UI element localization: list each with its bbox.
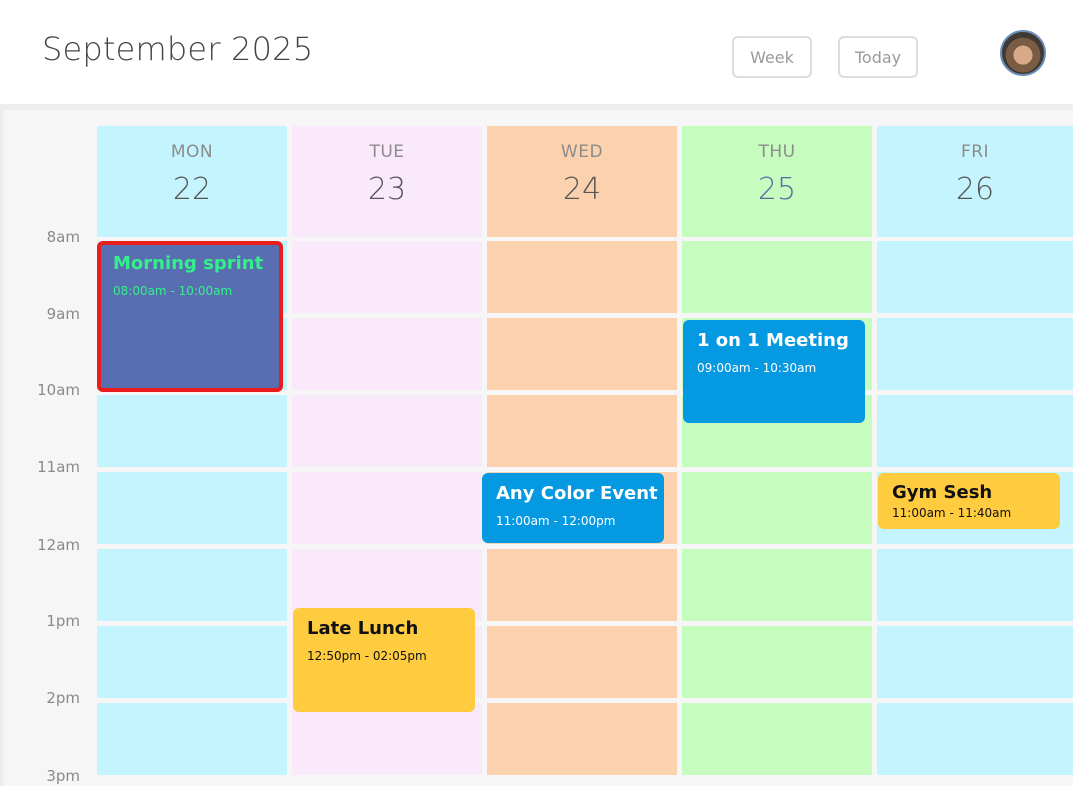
event-title: Morning sprint [113, 253, 264, 274]
event-late-lunch[interactable]: Late Lunch 12:50pm - 02:05pm [293, 608, 475, 712]
time-slot[interactable] [97, 703, 287, 775]
event-time: 11:00am - 12:00pm [496, 514, 616, 528]
event-title: Any Color Event [496, 483, 658, 504]
day-number: 23 [367, 172, 407, 207]
time-slot[interactable] [97, 395, 287, 467]
event-morning-sprint[interactable]: Morning sprint 08:00am - 10:00am [97, 241, 283, 392]
day-of-week: FRI [960, 142, 990, 162]
event-time: 12:50pm - 02:05pm [307, 649, 427, 663]
day-header-wed[interactable]: WED 24 [487, 126, 677, 237]
day-header-mon[interactable]: MON 22 [97, 126, 287, 237]
time-slot[interactable] [682, 703, 872, 775]
calendar-header: September 2025 Week Today [0, 0, 1073, 104]
event-1-on-1-meeting[interactable]: 1 on 1 Meeting 09:00am - 10:30am [683, 320, 865, 423]
time-slot[interactable] [487, 395, 677, 467]
day-of-week: TUE [369, 142, 405, 162]
day-of-week: WED [560, 142, 604, 162]
time-label-10am: 10am [37, 381, 80, 399]
time-label-1pm: 1pm [46, 612, 80, 630]
day-column-thu: THU 25 [682, 126, 872, 786]
time-label-2pm: 2pm [46, 689, 80, 707]
day-number: 24 [562, 172, 602, 207]
time-slot[interactable] [877, 318, 1073, 390]
time-label-12am: 12am [37, 536, 80, 554]
user-avatar[interactable] [1000, 30, 1046, 76]
time-slot[interactable] [487, 703, 677, 775]
time-slot[interactable] [682, 626, 872, 698]
week-view-button[interactable]: Week [732, 36, 812, 78]
event-time: 11:00am - 11:40am [892, 506, 1012, 520]
time-slot[interactable] [487, 318, 677, 390]
day-number: 25 [757, 172, 797, 207]
time-label-3pm: 3pm [46, 767, 80, 785]
grid-left-border [0, 110, 3, 786]
day-of-week: THU [758, 142, 796, 162]
time-label-9am: 9am [46, 305, 80, 323]
event-time: 09:00am - 10:30am [697, 361, 817, 375]
time-slot[interactable] [487, 626, 677, 698]
event-any-color-event[interactable]: Any Color Event 11:00am - 12:00pm [482, 473, 664, 543]
event-title: 1 on 1 Meeting [697, 330, 849, 351]
time-slot[interactable] [97, 549, 287, 621]
day-column-mon: MON 22 [97, 126, 287, 786]
day-header-fri[interactable]: FRI 26 [877, 126, 1073, 237]
time-slot[interactable] [682, 472, 872, 544]
day-column-wed: WED 24 [487, 126, 677, 786]
day-header-tue[interactable]: TUE 23 [292, 126, 482, 237]
today-button[interactable]: Today [838, 36, 918, 78]
time-slot[interactable] [877, 703, 1073, 775]
time-slot[interactable] [487, 549, 677, 621]
day-number: 22 [172, 172, 212, 207]
time-slot[interactable] [877, 395, 1073, 467]
time-slot[interactable] [97, 472, 287, 544]
event-time: 08:00am - 10:00am [113, 284, 233, 298]
day-number: 26 [955, 172, 995, 207]
time-slot[interactable] [487, 241, 677, 313]
time-slot[interactable] [877, 626, 1073, 698]
time-label-8am: 8am [46, 228, 80, 246]
day-column-fri: FRI 26 [877, 126, 1073, 786]
event-title: Late Lunch [307, 618, 419, 639]
time-slot[interactable] [97, 626, 287, 698]
day-of-week: MON [170, 142, 214, 162]
time-slot[interactable] [292, 241, 482, 313]
time-slot[interactable] [682, 241, 872, 313]
time-slot[interactable] [877, 549, 1073, 621]
month-title: September 2025 [42, 30, 314, 68]
time-slot[interactable] [292, 395, 482, 467]
event-title: Gym Sesh [892, 482, 993, 503]
time-slot[interactable] [292, 318, 482, 390]
time-slot[interactable] [292, 703, 482, 775]
time-slot[interactable] [682, 549, 872, 621]
day-header-thu[interactable]: THU 25 [682, 126, 872, 237]
event-gym-sesh[interactable]: Gym Sesh 11:00am - 11:40am [878, 473, 1060, 529]
time-slot[interactable] [877, 241, 1073, 313]
time-label-11am: 11am [37, 458, 80, 476]
time-slot[interactable] [292, 472, 482, 544]
